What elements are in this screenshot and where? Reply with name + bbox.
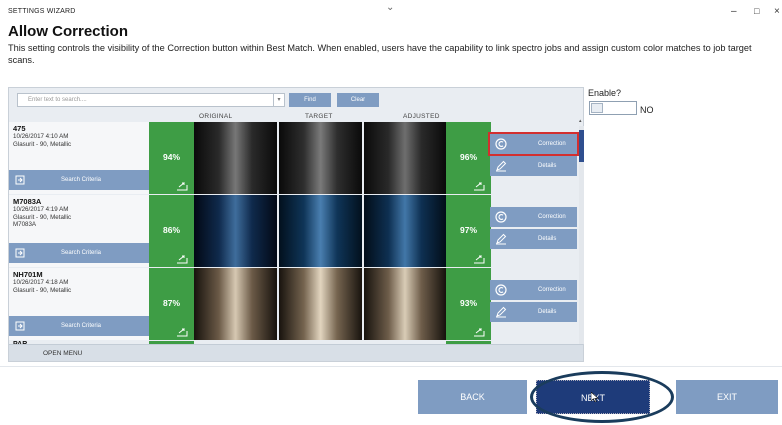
criteria-icon <box>15 175 25 185</box>
color-code: M7083A <box>13 197 42 206</box>
original-match-score: 87% <box>149 268 194 340</box>
match-percent: 94% <box>162 152 180 162</box>
open-menu-button[interactable]: OPEN MENU <box>9 344 583 361</box>
column-header-target: TARGET <box>305 113 333 120</box>
match-info: NH701M 10/26/2017 4:18 AM Glasurit - 90,… <box>9 268 149 340</box>
match-meta: 10/26/2017 4:19 AM Glasurit - 90, Metall… <box>13 206 72 228</box>
page-title: Allow Correction <box>8 23 129 40</box>
column-header-adjusted: ADJUSTED <box>403 113 440 120</box>
search-criteria-button[interactable]: Search Criteria <box>9 170 149 190</box>
share-icon[interactable] <box>473 254 485 264</box>
details-button[interactable]: Details <box>490 302 577 322</box>
match-percent: 96% <box>459 152 477 162</box>
color-code: NH701M <box>13 270 43 279</box>
match-percent: 86% <box>162 225 180 235</box>
enable-label: Enable? <box>588 88 622 98</box>
results-scrollbar[interactable]: ▴ ▾ <box>579 118 584 352</box>
adjusted-match-score: 93% <box>446 268 491 340</box>
column-header-original: ORIGINAL <box>199 113 233 120</box>
match-meta: 10/26/2017 4:10 AM Glasurit - 90, Metall… <box>13 133 72 148</box>
search-dropdown[interactable]: ▾ <box>273 93 285 107</box>
search-criteria-label: Search Criteria <box>61 177 102 183</box>
details-button[interactable]: Details <box>490 156 577 176</box>
adjusted-swatch <box>364 122 446 194</box>
pencil-icon <box>496 306 507 318</box>
search-criteria-label: Search Criteria <box>61 250 102 256</box>
correction-button[interactable]: Correction <box>488 132 579 156</box>
adjusted-swatch <box>364 195 446 267</box>
match-info: 475 10/26/2017 4:10 AM Glasurit - 90, Me… <box>9 122 149 194</box>
adjusted-match-score: 97% <box>446 195 491 267</box>
match-percent: 93% <box>459 298 477 308</box>
share-icon[interactable] <box>473 327 485 337</box>
search-criteria-label: Search Criteria <box>61 323 102 329</box>
row-actions: Correction Details <box>490 280 577 324</box>
correction-label: Correction <box>538 214 566 220</box>
criteria-icon <box>15 248 25 258</box>
match-row[interactable]: 475 10/26/2017 4:10 AM Glasurit - 90, Me… <box>9 122 579 194</box>
page-description: This setting controls the visibility of … <box>8 43 752 65</box>
original-match-score: 86% <box>149 195 194 267</box>
match-percent: 97% <box>459 225 477 235</box>
search-input[interactable]: Enter text to search.... <box>17 93 281 107</box>
original-swatch <box>194 122 277 194</box>
search-criteria-button[interactable]: Search Criteria <box>9 316 149 336</box>
original-match-score: 94% <box>149 122 194 194</box>
share-icon[interactable] <box>473 181 485 191</box>
match-meta: 10/26/2017 4:18 AM Glasurit - 90, Metall… <box>13 279 72 294</box>
scrollbar-thumb[interactable] <box>579 130 584 162</box>
best-match-preview: Enter text to search.... ▾ Find Clear OR… <box>8 87 584 362</box>
chevron-down-icon: ▾ <box>277 97 281 103</box>
scroll-up-icon[interactable]: ▴ <box>579 118 582 124</box>
pencil-icon <box>496 233 507 245</box>
back-button[interactable]: BACK <box>418 380 527 414</box>
minimize-button[interactable]: – <box>731 6 737 17</box>
correction-label: Correction <box>538 141 566 147</box>
enable-toggle[interactable] <box>589 101 637 115</box>
share-icon[interactable] <box>176 327 188 337</box>
window-title: SETTINGS WIZARD <box>8 8 76 15</box>
divider <box>0 366 782 367</box>
find-button[interactable]: Find <box>289 93 331 107</box>
match-row[interactable]: NH701M 10/26/2017 4:18 AM Glasurit - 90,… <box>9 268 577 340</box>
search-criteria-button[interactable]: Search Criteria <box>9 243 149 263</box>
match-row[interactable]: M7083A 10/26/2017 4:19 AM Glasurit - 90,… <box>9 195 577 267</box>
mouse-cursor-icon <box>591 392 599 402</box>
adjusted-match-score: 96% <box>446 122 491 194</box>
criteria-icon <box>15 321 25 331</box>
details-label: Details <box>538 163 557 169</box>
original-swatch <box>194 268 277 340</box>
details-button[interactable]: Details <box>490 229 577 249</box>
correction-icon <box>495 138 507 150</box>
chevron-down-icon[interactable]: ⌄ <box>386 2 394 13</box>
row-actions: Correction Details <box>488 132 579 178</box>
correction-button[interactable]: Correction <box>490 280 577 300</box>
color-code: 475 <box>13 124 26 133</box>
target-swatch <box>279 195 362 267</box>
correction-icon <box>495 211 507 223</box>
details-label: Details <box>538 309 557 315</box>
correction-icon <box>495 284 507 296</box>
adjusted-swatch <box>364 268 446 340</box>
exit-button[interactable]: EXIT <box>676 380 778 414</box>
toggle-knob[interactable] <box>591 103 603 113</box>
maximize-button[interactable]: □ <box>754 6 759 16</box>
original-swatch <box>194 195 277 267</box>
target-swatch <box>279 122 362 194</box>
close-button[interactable]: × <box>774 6 780 17</box>
details-label: Details <box>538 236 557 242</box>
title-bar: SETTINGS WIZARD ⌄ – □ × <box>0 0 782 22</box>
match-percent: 87% <box>162 298 180 308</box>
row-actions: Correction Details <box>490 207 577 251</box>
match-info: M7083A 10/26/2017 4:19 AM Glasurit - 90,… <box>9 195 149 267</box>
pencil-icon <box>496 160 507 172</box>
correction-label: Correction <box>538 287 566 293</box>
clear-button[interactable]: Clear <box>337 93 379 107</box>
correction-button[interactable]: Correction <box>490 207 577 227</box>
enable-state: NO <box>640 105 654 115</box>
target-swatch <box>279 268 362 340</box>
share-icon[interactable] <box>176 254 188 264</box>
share-icon[interactable] <box>176 181 188 191</box>
next-highlight-circle <box>530 371 674 423</box>
